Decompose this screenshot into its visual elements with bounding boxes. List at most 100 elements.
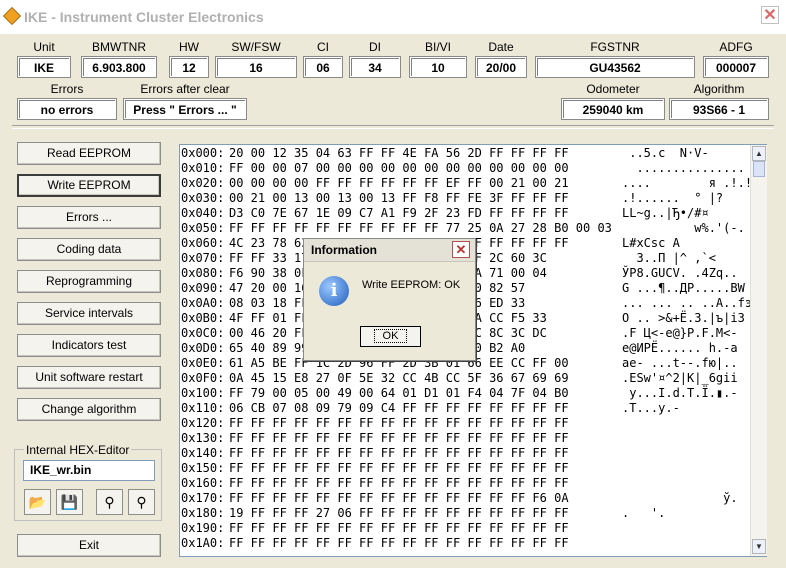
hex-addr: 0x010:	[181, 161, 225, 175]
window-close-button[interactable]: ✕	[761, 6, 779, 24]
hex-filename-field[interactable]: IKE_wr.bin	[23, 460, 155, 481]
hex-addr: 0x0C0:	[181, 326, 225, 340]
errors-after-clear-label: Errors after clear	[140, 82, 230, 96]
errors-field: no errors	[17, 98, 117, 120]
date-field: 20/00	[475, 56, 527, 78]
hex-bytes: 00 21 00 13 00 13 00 13 FF F8 FF FE 3F F…	[229, 191, 569, 205]
hex-bytes: 00 00 00 00 FF FF FF FF FF FF EF FF 00 2…	[229, 176, 569, 190]
hex-ascii: e@ИРЁ...... h.-a	[622, 341, 738, 355]
coding-data-button[interactable]: Coding data	[17, 238, 161, 261]
unit-software-restart-button[interactable]: Unit software restart	[17, 366, 161, 389]
hex-bytes: FF FF FF FF FF FF FF FF FF FF FF FF FF F…	[229, 431, 569, 445]
hex-ascii: ЎР8.GUCV. .4Zq..	[622, 266, 738, 280]
hex-addr: 0x060:	[181, 236, 225, 250]
hex-addr: 0x120:	[181, 416, 225, 430]
hex-bytes: FF FF FF FF FF FF FF FF FF FF FF FF FF F…	[229, 491, 569, 505]
exit-button[interactable]: Exit	[17, 534, 161, 557]
hex-addr: 0x000:	[181, 146, 225, 160]
swfsw-field: 16	[215, 56, 297, 78]
hex-addr: 0x070:	[181, 251, 225, 265]
hex-ascii: .!...... ° |?	[622, 191, 724, 205]
hex-addr: 0x1A0:	[181, 536, 225, 550]
save-icon[interactable]: 💾	[56, 489, 83, 515]
scroll-down-icon[interactable]: ▼	[752, 539, 766, 554]
ci-field: 06	[303, 56, 343, 78]
dialog-title-bar: Information ✕	[304, 239, 475, 262]
hex-ascii: . '.	[622, 506, 666, 520]
hex-bytes: FF FF FF FF FF FF FF FF FF FF FF FF FF F…	[229, 461, 569, 475]
bivi-field: 10	[409, 56, 467, 78]
adfg-field: 000007	[703, 56, 769, 78]
hex-bytes: FF FF FF FF FF FF FF FF FF FF FF FF FF F…	[229, 416, 569, 430]
errors-after-clear-field: Press " Errors ... "	[123, 98, 247, 120]
information-dialog: Information ✕ i Write EEPROM: OK OK	[303, 238, 476, 361]
hex-addr: 0x080:	[181, 266, 225, 280]
hex-addr: 0x130:	[181, 431, 225, 445]
hex-addr: 0x0D0:	[181, 341, 225, 355]
hex-addr: 0x030:	[181, 191, 225, 205]
change-algorithm-button[interactable]: Change algorithm	[17, 398, 161, 421]
fgstnr-field: GU43562	[535, 56, 695, 78]
hex-scrollbar[interactable]: ▲ ▼	[750, 145, 767, 556]
read-eeprom-button[interactable]: Read EEPROM	[17, 142, 161, 165]
hex-addr: 0x180:	[181, 506, 225, 520]
hex-ascii: G ...¶..ДP.....BW	[622, 281, 745, 295]
hex-bytes: FF FF FF FF FF FF FF FF FF FF 77 25 0A 2…	[229, 221, 612, 235]
hex-addr: 0x100:	[181, 386, 225, 400]
hex-ascii: O .. >&+Ё.3.|ъ|і3	[622, 311, 745, 325]
hex-addr: 0x150:	[181, 461, 225, 475]
hex-ascii: ... ... .. ..A..fэ3	[622, 296, 760, 310]
dialog-ok-button[interactable]: OK	[360, 326, 421, 347]
hex-addr: 0x160:	[181, 476, 225, 490]
hex-bytes: FF FF FF FF FF FF FF FF FF FF FF FF FF F…	[229, 536, 569, 550]
hex-editor-group-label: Internal HEX-Editor	[24, 443, 132, 457]
dialog-ok-label: OK	[373, 329, 408, 343]
hw-field: 12	[169, 56, 209, 78]
date-label: Date	[488, 40, 514, 54]
bivi-label: BI/VI	[424, 40, 451, 54]
di-field: 34	[349, 56, 401, 78]
algorithm-label: Algorithm	[693, 82, 745, 96]
ci-label: CI	[317, 40, 329, 54]
hex-addr: 0x020:	[181, 176, 225, 190]
dialog-close-button[interactable]: ✕	[452, 241, 470, 258]
hex-ascii: .F Ц<-e@}P.F.M<-	[622, 326, 738, 340]
scroll-thumb[interactable]	[753, 161, 765, 177]
unit-name-field: IKE	[17, 56, 71, 78]
hex-bytes: 20 00 12 35 04 63 FF FF 4E FA 56 2D FF F…	[229, 146, 569, 160]
hex-bytes: FF FF FF FF FF FF FF FF FF FF FF FF FF F…	[229, 476, 569, 490]
hex-ascii: 3..П |^ ,`<	[622, 251, 716, 265]
hex-bytes: 0A 45 15 E8 27 0F 5E 32 CC 4B CC 5F 36 6…	[229, 371, 569, 385]
hex-addr: 0x090:	[181, 281, 225, 295]
hex-ascii: .... я .!.!	[622, 176, 753, 190]
hex-bytes: D3 C0 7E 67 1E 09 C7 A1 F9 2F 23 FD FF F…	[229, 206, 569, 220]
reprogramming-button[interactable]: Reprogramming	[17, 270, 161, 293]
write-eeprom-button[interactable]: Write EEPROM	[17, 174, 161, 197]
service-intervals-button[interactable]: Service intervals	[17, 302, 161, 325]
indicators-test-button[interactable]: Indicators test	[17, 334, 161, 357]
window-title: IKE - Instrument Cluster Electronics	[24, 9, 264, 25]
hex-ascii: ...............	[622, 161, 745, 175]
hex-bytes: FF FF FF FF FF FF FF FF FF FF FF FF FF F…	[229, 521, 569, 535]
hex-addr: 0x050:	[181, 221, 225, 235]
bmwtnr-field: 6.903.800	[81, 56, 157, 78]
binoculars-icon[interactable]: ⚲	[96, 489, 123, 515]
odometer-field: 259040 km	[561, 98, 665, 120]
algorithm-field: 93S66 - 1	[669, 98, 769, 120]
hex-bytes: FF 00 00 07 00 00 00 00 00 00 00 00 00 0…	[229, 161, 569, 175]
errors-button[interactable]: Errors ...	[17, 206, 161, 229]
hex-addr: 0x140:	[181, 446, 225, 460]
hex-ascii: ..5.c N·V-	[622, 146, 709, 160]
info-icon: i	[319, 276, 349, 306]
title-bar: IKE - Instrument Cluster Electronics ✕	[0, 0, 786, 34]
odometer-label: Odometer	[586, 82, 640, 96]
bmwtnr-label: BMWTNR	[92, 40, 146, 54]
di-label: DI	[369, 40, 381, 54]
hex-ascii: .ESw'¤^2|K|_6gii	[622, 371, 738, 385]
scroll-up-icon[interactable]: ▲	[752, 146, 766, 161]
swfsw-label: SW/FSW	[231, 40, 281, 54]
dialog-message: Write EEPROM: OK	[362, 279, 461, 291]
open-folder-icon[interactable]: 📂	[24, 489, 51, 515]
hex-bytes: FF FF FF FF FF FF FF FF FF FF FF FF FF F…	[229, 446, 569, 460]
find-next-icon[interactable]: ⚲	[128, 489, 155, 515]
